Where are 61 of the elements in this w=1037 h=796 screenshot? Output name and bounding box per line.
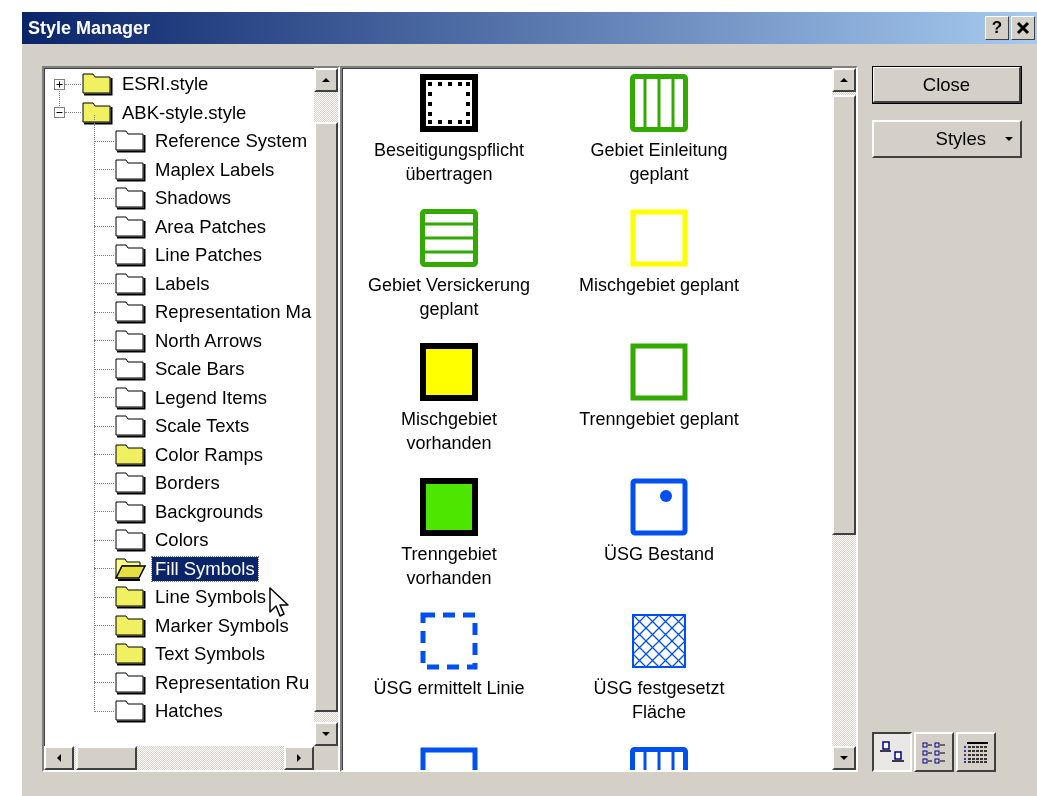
view-button[interactable] (872, 732, 912, 772)
tree-item[interactable]: Marker Symbols (152, 613, 292, 638)
help-button[interactable]: ? (985, 16, 1009, 40)
plus-icon[interactable] (54, 78, 65, 90)
tree-item[interactable]: Line Symbols (152, 585, 270, 610)
tree-item[interactable]: Borders (152, 471, 223, 496)
symbol-label: ÜSG festgesetzt Fläche (592, 677, 726, 724)
window-title: Style Manager (28, 17, 151, 39)
scrollbar-thumb[interactable] (832, 95, 856, 535)
scroll-left-button[interactable] (44, 746, 74, 770)
symbol-label: Beseitigungspflicht übertragen (372, 139, 526, 186)
tree-item[interactable]: Color Ramps (152, 442, 266, 467)
close-icon (1016, 21, 1030, 35)
close-button[interactable] (1011, 16, 1035, 40)
tree-item[interactable]: North Arrows (152, 328, 265, 353)
tree-item[interactable]: Scale Bars (152, 357, 248, 382)
scroll-up-button[interactable] (832, 68, 856, 92)
tree-item[interactable]: Legend Items (152, 385, 271, 410)
symbol-label: Gebiet Versickerung geplant (366, 273, 532, 321)
close-dialog-button[interactable]: Close (872, 66, 1022, 104)
tree-item[interactable]: Representation Ma (152, 300, 314, 325)
down-arrow-icon (321, 729, 331, 739)
down-arrow-icon (839, 753, 849, 763)
tree-item[interactable]: Reference System (152, 129, 311, 154)
symbol-label: ÜSG Bestand (603, 542, 715, 566)
cursor-icon (268, 586, 292, 620)
tree-item[interactable]: Backgrounds (152, 499, 266, 524)
list-view-icon (921, 740, 947, 764)
symbol-label: Trenngebiet geplant (579, 408, 739, 431)
scrollbar-thumb[interactable] (76, 746, 137, 770)
scroll-down-button[interactable] (314, 722, 338, 746)
tree-item[interactable]: Line Patches (152, 243, 265, 268)
scroll-up-button[interactable] (314, 68, 338, 92)
scrollbar-corner (314, 746, 338, 770)
tree-item[interactable]: Hatches (152, 699, 226, 724)
up-arrow-icon (839, 75, 849, 85)
symbol-label: Mischgebiet geplant (578, 273, 740, 297)
tree-item[interactable]: Scale Texts (152, 414, 253, 439)
large-icons-view-icon (879, 740, 905, 764)
symbol-label: ÜSG ermittelt Linie (373, 677, 525, 700)
tree-item[interactable]: Area Patches (152, 214, 270, 239)
scroll-right-button[interactable] (284, 746, 314, 770)
symbol-label: Trenngebiet vorhanden (400, 542, 498, 590)
tree-item[interactable]: ESRI.style (119, 72, 212, 97)
tree-item[interactable]: Colors (152, 528, 212, 553)
symbol-label: Mischgebiet vorhanden (399, 408, 498, 455)
scroll-down-button[interactable] (832, 746, 856, 770)
tree-item[interactable]: Representation Ru (152, 670, 313, 695)
caret-icon (1004, 136, 1014, 142)
right-arrow-icon (294, 753, 304, 763)
tree-item[interactable]: Fill Symbols (152, 556, 258, 581)
up-arrow-icon (321, 75, 331, 85)
symbol-label: Gebiet Einleitung geplant (589, 139, 729, 186)
tree-item[interactable]: ABK-style.style (119, 100, 250, 125)
tree-item[interactable]: Maplex Labels (152, 157, 278, 182)
tree-item[interactable]: Text Symbols (152, 642, 268, 667)
minus-icon[interactable] (54, 107, 65, 119)
details-view-icon (963, 740, 989, 764)
styles-dropdown-button[interactable]: Styles (872, 120, 1022, 158)
tree-item[interactable]: Labels (152, 271, 213, 296)
tree-item[interactable]: Shadows (152, 186, 235, 211)
